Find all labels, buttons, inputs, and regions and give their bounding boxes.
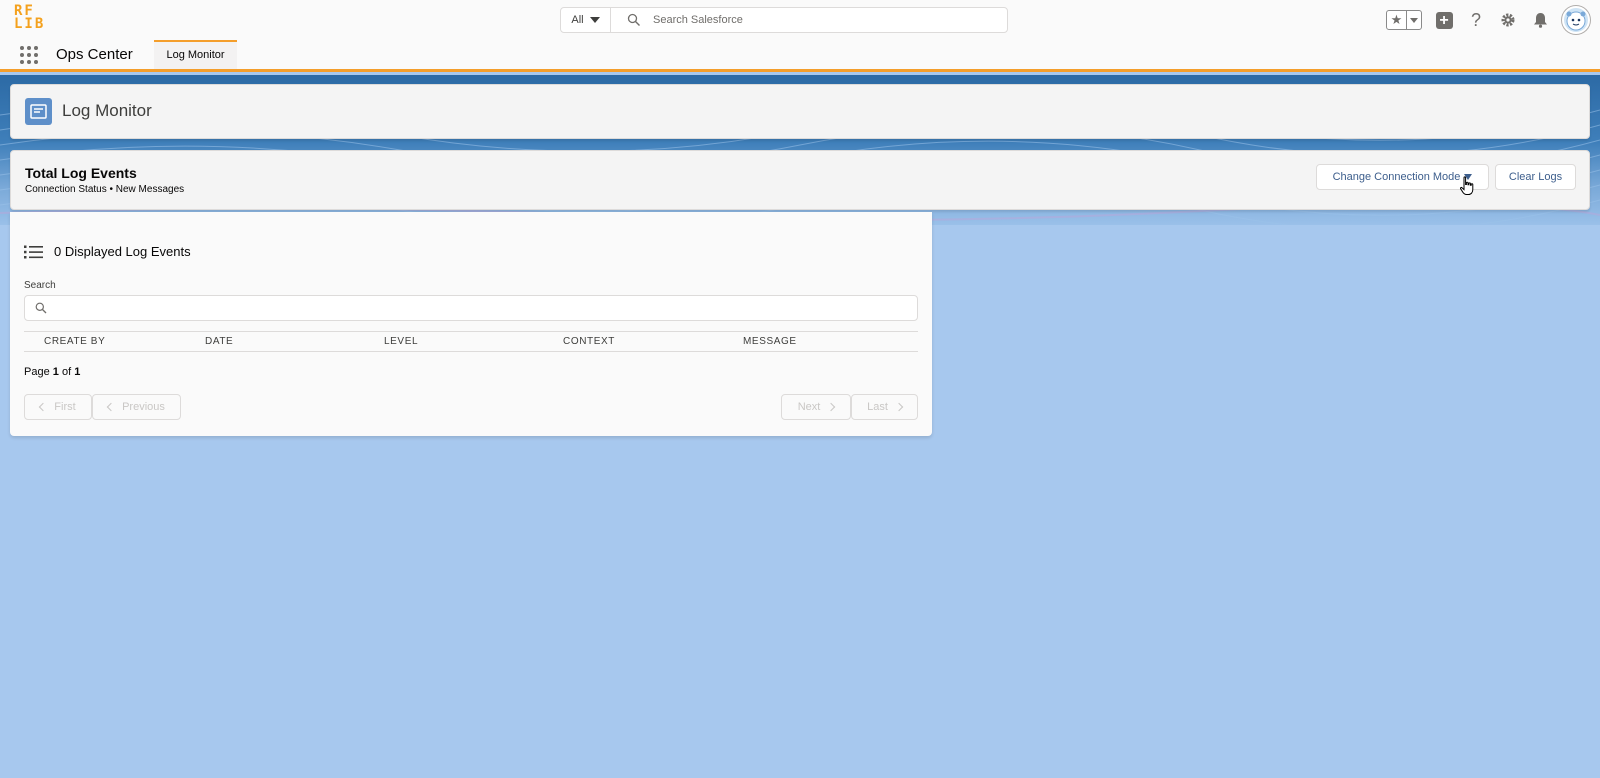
column-header-date[interactable]: DATE [205,336,384,347]
global-actions-button[interactable]: + [1434,10,1454,30]
app-launcher-button[interactable] [20,46,38,64]
log-monitor-icon [25,98,52,125]
favorites-menu-caret[interactable] [1407,17,1421,23]
page-current: 1 [52,366,59,378]
waffle-dot [20,60,24,64]
change-connection-mode-label: Change Connection Mode [1332,171,1461,183]
page-of: of [61,366,72,378]
hand-cursor-icon [1459,176,1474,195]
tab-log-monitor[interactable]: Log Monitor [154,40,237,69]
column-header-context[interactable]: CONTEXT [563,336,743,347]
page-indicator: Page 1 of 1 [24,366,80,378]
waffle-dot [20,53,24,57]
app-name: Ops Center [56,46,133,63]
displayed-events-count: 0 Displayed Log Events [54,244,191,259]
waffle-dot [20,46,24,50]
global-header: RF LIB All ★ + ? [0,0,1600,40]
search-scope-label: All [571,14,584,26]
table-header: CREATE BY DATE LEVEL CONTEXT MESSAGE [24,331,918,352]
plus-icon: + [1435,11,1453,29]
log-search-input[interactable] [55,300,905,316]
next-label: Next [797,401,821,413]
log-events-list-card: 0 Displayed Log Events Search CREATE BY … [10,212,932,436]
clear-logs-button[interactable]: Clear Logs [1495,164,1576,190]
question-icon: ? [1470,9,1481,30]
search-scope-dropdown[interactable]: All [561,8,611,32]
last-page-button[interactable]: Last [851,394,918,420]
notifications-button[interactable] [1530,10,1550,30]
search-input[interactable] [653,14,983,26]
logo-bottom-text: LIB [14,16,46,32]
astro-avatar-icon [1566,11,1586,31]
waffle-dot [27,46,31,50]
star-icon: ★ [1387,11,1407,29]
waffle-dot [34,53,38,57]
log-search-box [24,295,918,321]
waffle-dot [27,60,31,64]
chevron-left-icon [39,402,48,412]
list-icon [24,245,43,259]
bell-icon [1533,13,1547,28]
previous-page-button[interactable]: Previous [92,394,181,420]
page-prefix: Page [24,366,50,378]
header-utility-icons: ★ + ? [1386,6,1590,34]
waffle-dot [34,60,38,64]
search-icon [627,13,640,26]
next-page-button[interactable]: Next [781,394,851,420]
help-button[interactable]: ? [1466,10,1486,30]
search-label: Search [24,280,56,291]
column-header-message[interactable]: MESSAGE [743,336,918,347]
chevron-down-icon [589,17,600,23]
first-label: First [54,401,76,413]
gear-icon [1501,13,1515,27]
chevron-left-icon [106,402,116,412]
chevron-right-icon [827,402,836,412]
column-header-create-by[interactable]: CREATE BY [24,336,205,347]
previous-label: Previous [122,401,165,413]
events-subtitle: Connection Status • New Messages [25,184,185,195]
app-navigation-bar: Ops Center Log Monitor [0,40,1600,72]
waffle-dot [27,53,31,57]
page-title: Log Monitor [62,101,152,120]
chevron-right-icon [894,402,904,412]
first-page-button[interactable]: First [24,394,92,420]
search-icon [35,302,47,314]
waffle-dot [34,46,38,50]
global-search: All [560,7,1008,33]
log-events-summary-card: Total Log Events Connection Status • New… [10,150,1590,210]
column-header-level[interactable]: LEVEL [384,336,563,347]
favorites-button[interactable]: ★ [1386,10,1422,30]
last-label: Last [867,401,888,413]
events-title: Total Log Events [25,165,137,181]
setup-button[interactable] [1498,10,1518,30]
user-avatar[interactable] [1562,6,1590,34]
page-total: 1 [74,366,81,378]
chevron-down-icon [1410,17,1418,23]
rflib-logo[interactable]: RF LIB [14,4,46,35]
page-header: Log Monitor [10,84,1590,139]
